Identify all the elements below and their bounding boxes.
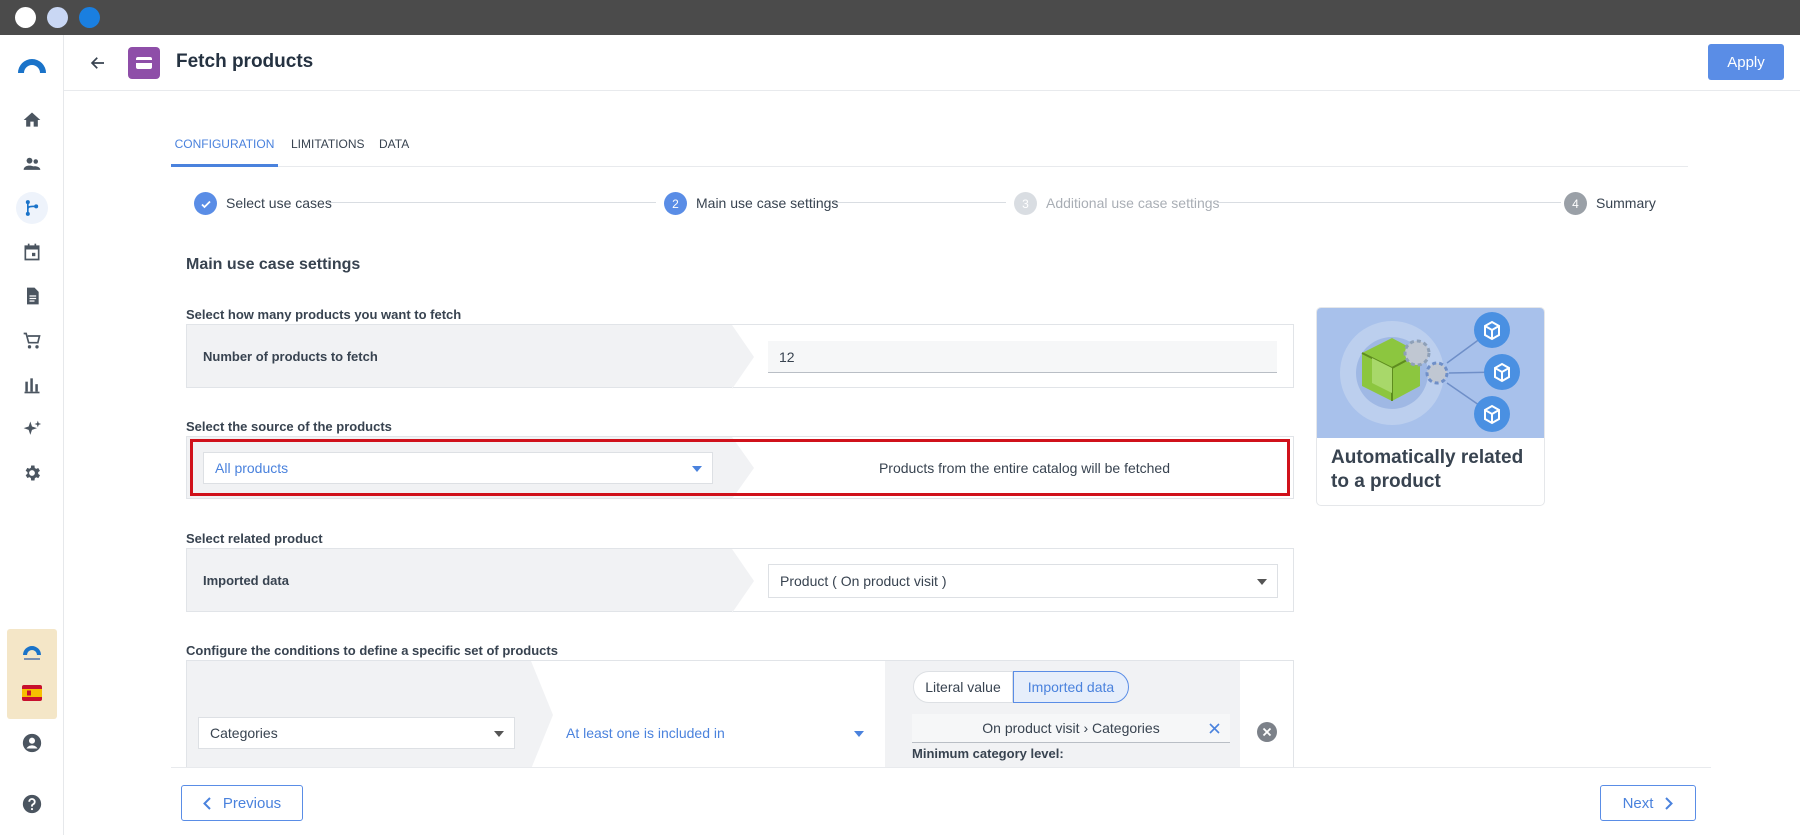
related-product-row: Imported data Product ( On product visit…: [186, 548, 1294, 613]
workflow-icon[interactable]: [16, 192, 48, 224]
window-close-button[interactable]: [15, 7, 36, 28]
calendar-icon[interactable]: [16, 236, 48, 268]
apply-button[interactable]: Apply: [1708, 44, 1784, 80]
sparkle-icon[interactable]: [16, 413, 48, 445]
clear-x-icon[interactable]: [1209, 723, 1220, 734]
footer-bar: Previous Next: [171, 767, 1711, 835]
previous-label: Previous: [222, 794, 282, 812]
tab-data[interactable]: DATA: [379, 130, 409, 167]
use-case-card: Automatically related to a product: [1316, 307, 1545, 506]
account-icon[interactable]: [16, 727, 48, 759]
gear-icon[interactable]: [16, 457, 48, 489]
fetch-products-node-icon: [128, 47, 160, 79]
product-count-label: Number of products to fetch: [203, 349, 378, 364]
tab-limitations[interactable]: LIMITATIONS: [291, 130, 365, 167]
window-minimize-button[interactable]: [47, 7, 68, 28]
chevron-right-icon: [1665, 796, 1674, 810]
condition-value-text: On product visit › Categories: [982, 720, 1160, 736]
next-button[interactable]: Next: [1600, 785, 1696, 821]
product-relation-illustration: [1317, 308, 1544, 438]
field-label: Configure the conditions to define a spe…: [186, 643, 558, 658]
people-icon[interactable]: [16, 148, 48, 180]
section-title: Main use case settings: [186, 256, 361, 273]
condition-operator-select[interactable]: At least one is included in: [566, 717, 870, 749]
chevron-down-icon: [1257, 579, 1267, 585]
product-count-row: Number of products to fetch 12: [186, 324, 1294, 389]
stepper-connector: [834, 202, 1006, 203]
field-label: Select the source of the products: [186, 419, 392, 434]
step-label[interactable]: Select use cases: [226, 195, 332, 211]
tab-bar: CONFIGURATION LIMITATIONS DATA: [171, 130, 1688, 167]
previous-button[interactable]: Previous: [181, 785, 303, 821]
step-label[interactable]: Main use case settings: [696, 195, 838, 211]
remove-condition-icon[interactable]: [1257, 722, 1277, 742]
home-icon[interactable]: [16, 104, 48, 136]
related-product-value: Product ( On product visit ): [780, 573, 947, 589]
card-title: Automatically related to a product: [1331, 447, 1524, 492]
min-category-level-label: Minimum category level:: [912, 746, 1064, 761]
condition-value-field[interactable]: On product visit › Categories: [912, 714, 1230, 743]
cart-icon[interactable]: [16, 325, 48, 357]
step-label: Additional use case settings: [1046, 195, 1220, 211]
related-product-select[interactable]: Product ( On product visit ): [768, 564, 1278, 598]
back-arrow-icon[interactable]: [84, 49, 112, 77]
step-label[interactable]: Summary: [1596, 195, 1656, 211]
field-label: Select how many products you want to fet…: [186, 307, 462, 322]
chevron-left-icon: [202, 796, 211, 810]
sidebar: [0, 35, 64, 835]
toggle-imported-data[interactable]: Imported data: [1013, 671, 1129, 703]
toggle-literal-value[interactable]: Literal value: [913, 671, 1013, 703]
tab-configuration[interactable]: CONFIGURATION: [171, 130, 278, 167]
related-product-label: Imported data: [203, 573, 289, 588]
product-count-input[interactable]: 12: [768, 341, 1277, 373]
step-number: 2: [664, 192, 687, 215]
field-label: Select related product: [186, 531, 323, 546]
chevron-down-icon: [854, 731, 864, 737]
step-number: 4: [1564, 192, 1587, 215]
condition-attribute-value: Categories: [210, 725, 278, 741]
bar-chart-icon[interactable]: [16, 369, 48, 401]
workspace-switcher[interactable]: [7, 629, 57, 719]
stepper-connector: [328, 202, 656, 203]
logo-icon[interactable]: [16, 49, 48, 81]
window-titlebar: [0, 0, 1800, 35]
next-label: Next: [1622, 794, 1654, 812]
document-icon[interactable]: [16, 280, 48, 312]
help-icon[interactable]: [16, 788, 48, 820]
page-header: Fetch products Apply: [64, 35, 1800, 91]
condition-attribute-select[interactable]: Categories: [198, 717, 515, 749]
highlight-box: [190, 439, 1290, 496]
stepper-connector: [1217, 202, 1561, 203]
condition-operator-value: At least one is included in: [566, 725, 725, 741]
step-done-check-icon: [194, 192, 217, 215]
page-title: Fetch products: [176, 51, 314, 72]
window-maximize-button[interactable]: [79, 7, 100, 28]
chevron-down-icon: [494, 731, 504, 737]
step-number: 3: [1014, 192, 1037, 215]
